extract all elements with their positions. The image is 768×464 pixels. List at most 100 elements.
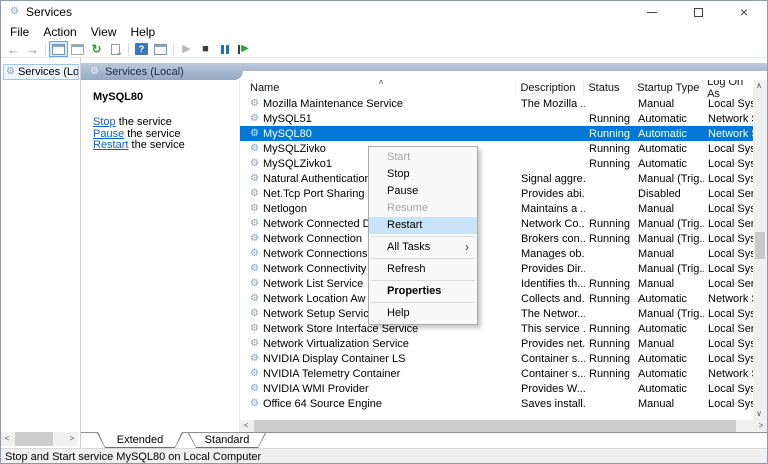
list-vertical-scrollbar[interactable]: ∧ ∨ [753,80,767,420]
list-column-headers: Name Description Status Startup Type Log… [240,80,753,100]
help-button[interactable]: ? [132,41,151,57]
table-row[interactable]: ⚙ MySQL51 Running Automatic Network S [240,111,753,126]
forward-button[interactable]: → [23,41,42,57]
table-row[interactable]: ⚙ Network Connected D Network Co... Runn… [240,216,753,231]
table-row[interactable]: ⚙ Network Virtualization Service Provide… [240,336,753,351]
tree-horizontal-scrollbar[interactable]: < > [1,432,78,446]
service-gear-icon: ⚙ [250,217,259,229]
table-row[interactable]: ⚙ NVIDIA WMI Provider Provides W... Auto… [240,381,753,396]
menu-item-all-tasks[interactable]: All Tasks › [369,239,477,256]
services-node-icon: ⚙ [6,66,15,77]
status-text: Stop and Start service MySQL80 on Local … [5,451,262,463]
column-header-startup-type[interactable]: Startup Type [633,80,704,96]
scroll-up-icon[interactable]: ∧ [753,80,765,92]
menu-help[interactable]: Help [124,24,163,40]
service-status: Running [589,232,630,245]
service-gear-icon: ⚙ [250,382,259,394]
scrollbar-thumb[interactable] [755,232,765,259]
properties-toolbar-button[interactable] [68,41,87,57]
service-name: Network Virtualization Service [262,337,409,350]
column-header-status[interactable]: Status [584,80,634,96]
service-startup-type: Manual (Trig... [638,217,704,230]
menu-item-restart[interactable]: Restart [369,217,477,234]
back-button[interactable]: ← [4,41,23,57]
minimize-button[interactable] [629,1,675,23]
table-row[interactable]: ⚙ NVIDIA Telemetry Container Container s… [240,366,753,381]
column-header-log-on-as[interactable]: Log On As [703,80,753,100]
stop-service-button[interactable]: ■ [196,41,215,57]
menu-file[interactable]: File [3,24,36,40]
table-row[interactable]: ⚙ MySQL80 Running Automatic Network S [240,126,753,141]
scroll-right-icon[interactable]: > [755,422,767,430]
table-row[interactable]: ⚙ Natural Authentication Signal aggre...… [240,171,753,186]
service-startup-type: Manual [638,397,675,410]
menu-view[interactable]: View [84,24,124,40]
tree-item-services-local[interactable]: ⚙ Services (Local) [3,64,79,80]
service-log-on-as: Local Syst [708,232,753,245]
restart-service-button[interactable]: ▶ [234,41,253,57]
service-name: Net.Tcp Port Sharing S [262,187,375,200]
table-row[interactable]: ⚙ MySQLZivko1 Running Automatic Local Sy… [240,156,753,171]
table-row[interactable]: ⚙ Network List Service Identifies th... … [240,276,753,291]
title-bar: ⚙ Services × [1,1,767,23]
tab-standard[interactable]: Standard [188,433,266,448]
table-row[interactable]: ⚙ Network Connectivity Provides Dir... M… [240,261,753,276]
table-row[interactable]: ⚙ Mozilla Maintenance Service The Mozill… [240,96,753,111]
scroll-down-icon[interactable]: ∨ [753,408,765,420]
table-row[interactable]: ⚙ NVIDIA Display Container LS Container … [240,351,753,366]
scrollbar-thumb[interactable] [254,420,736,432]
table-row[interactable]: ⚙ Network Store Interface Service This s… [240,321,753,336]
show-hide-action-pane-button[interactable] [151,41,170,57]
table-row[interactable]: ⚙ Network Connections Manages ob... Manu… [240,246,753,261]
scroll-left-icon[interactable]: < [1,435,13,443]
service-name: MySQL80 [262,127,312,140]
menu-item-help[interactable]: Help [369,305,477,322]
menu-item-stop[interactable]: Stop [369,166,477,183]
service-status: Running [589,157,630,170]
service-gear-icon: ⚙ [250,262,259,274]
service-gear-icon: ⚙ [250,367,259,379]
service-description: Provides abi... [521,187,585,200]
table-row[interactable]: ⚙ Network Setup Servic The Networ... Man… [240,306,753,321]
close-button[interactable]: × [721,1,767,23]
menu-action[interactable]: Action [36,24,83,40]
menu-item-properties[interactable]: Properties [369,283,477,300]
scroll-left-icon[interactable]: < [240,422,252,430]
export-list-button[interactable] [106,41,125,57]
menu-item-refresh[interactable]: Refresh [369,261,477,278]
restart-service-link[interactable]: Restart [93,139,128,151]
maximize-button[interactable] [675,1,721,23]
show-hide-console-tree-button[interactable] [49,41,68,57]
pause-service-link[interactable]: Pause [93,128,124,140]
service-name: NVIDIA Telemetry Container [262,367,401,380]
service-description: Provides net... [521,337,585,350]
table-row[interactable]: ⚙ MySQLZivko Running Automatic Local Sys… [240,141,753,156]
table-row[interactable]: ⚙ Net.Tcp Port Sharing S Provides abi...… [240,186,753,201]
refresh-icon: ↻ [91,42,102,56]
service-status: Running [589,292,630,305]
service-startup-type: Automatic [638,112,687,125]
service-gear-icon: ⚙ [250,97,259,109]
service-status: Running [589,322,630,335]
service-startup-type: Manual (Trig... [638,232,704,245]
scroll-right-icon[interactable]: > [66,435,78,443]
table-row[interactable]: ⚙ Netlogon Maintains a ... Manual Local … [240,201,753,216]
tab-extended[interactable]: Extended [97,433,183,448]
list-horizontal-scrollbar[interactable]: < > [240,420,767,432]
table-row[interactable]: ⚙ Network Connection Brokers con... Runn… [240,231,753,246]
service-startup-type: Manual [638,277,675,290]
pause-service-button[interactable] [215,41,234,57]
scrollbar-thumb[interactable] [15,432,53,446]
column-header-description[interactable]: Description [516,80,585,96]
service-startup-type: Automatic [638,367,687,380]
service-name: Network List Service [262,277,364,290]
menu-item-pause[interactable]: Pause [369,183,477,200]
table-row[interactable]: ⚙ Network Location Aw Collects and... Ru… [240,291,753,306]
menu-item-resume: Resume [387,202,428,214]
view-tabs: Extended Standard [81,432,767,448]
stop-service-link[interactable]: Stop [93,116,116,128]
service-description: Container s... [521,352,585,365]
table-row[interactable]: ⚙ Office 64 Source Engine Saves install.… [240,396,753,411]
refresh-button[interactable]: ↻ [87,41,106,57]
service-log-on-as: Local Serv [708,217,753,230]
